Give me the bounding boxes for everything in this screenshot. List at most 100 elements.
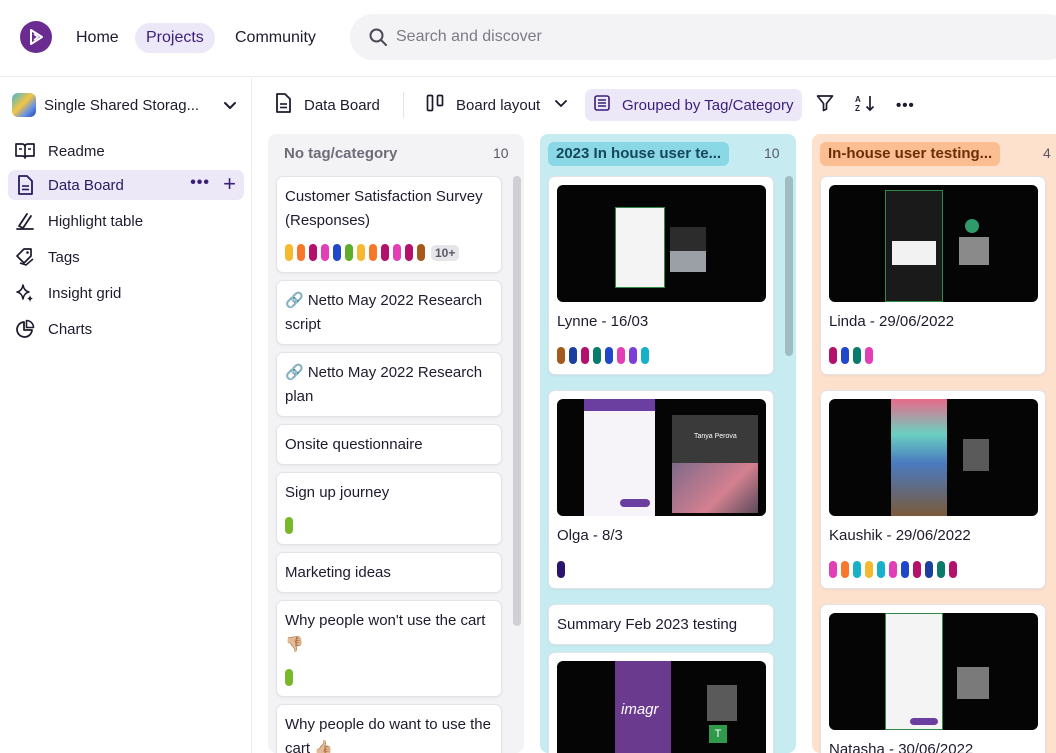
tag-pill <box>285 669 293 686</box>
board-layout-button[interactable]: Board layout <box>426 89 568 121</box>
more-options-icon[interactable]: ••• <box>896 89 915 121</box>
video-thumbnail[interactable] <box>829 399 1038 516</box>
board-layout-label: Board layout <box>456 96 541 114</box>
tag-pill <box>853 347 861 364</box>
phone-screen-image <box>885 613 943 730</box>
card-why-people-do-want-cart[interactable]: Why people do want to use the cart 👍🏼 <box>276 704 502 753</box>
sidebar-item-data-board[interactable]: Data Board ••• + <box>8 170 244 200</box>
column-count: 10 <box>493 145 509 161</box>
card-natasha[interactable]: Natasha - 30/06/2022 <box>820 604 1046 753</box>
video-thumbnail[interactable]: Tanya Perova <box>557 399 766 516</box>
tag-pill <box>333 244 341 261</box>
data-board-button[interactable]: Data Board <box>275 89 380 121</box>
phone-screen-image <box>885 190 943 302</box>
tag-pill <box>393 244 401 261</box>
group-by-button[interactable]: Grouped by Tag/Category <box>585 89 802 121</box>
sidebar-item-readme[interactable]: Readme <box>8 136 244 166</box>
nav-community[interactable]: Community <box>224 23 327 53</box>
room-image <box>672 463 758 513</box>
tag-pills <box>829 347 873 364</box>
sidebar: Single Shared Storag... Readme Data Boar… <box>0 78 252 753</box>
tags-icon <box>15 247 35 267</box>
tag-pill <box>925 561 933 578</box>
book-icon <box>15 141 35 161</box>
sidebar-item-charts[interactable]: Charts <box>8 314 244 344</box>
project-selector[interactable]: Single Shared Storag... <box>12 92 242 118</box>
tag-pill <box>593 347 601 364</box>
column-count: 10 <box>764 145 780 161</box>
tag-pills <box>285 669 293 686</box>
sidebar-item-label: Highlight table <box>48 212 144 230</box>
sort-button[interactable]: AZ <box>855 89 877 121</box>
card-kaushik[interactable]: Kaushik - 29/06/2022 <box>820 390 1046 589</box>
toolbar-divider <box>403 92 404 118</box>
video-thumbnail[interactable] <box>829 185 1038 302</box>
filter-icon <box>816 94 834 116</box>
tag-pill <box>569 347 577 364</box>
sidebar-item-insight-grid[interactable]: Insight grid <box>8 278 244 308</box>
card-onsite-questionnaire[interactable]: Onsite questionnaire <box>276 424 502 465</box>
tag-pill <box>285 244 293 261</box>
card-marketing-ideas[interactable]: Marketing ideas <box>276 552 502 593</box>
column-title: No tag/category <box>284 145 398 162</box>
sidebar-item-highlight-table[interactable]: Highlight table <box>8 206 244 236</box>
group-list-icon <box>594 95 610 115</box>
column-scrollbar[interactable] <box>785 176 793 356</box>
card-title: Olga - 8/3 <box>557 527 623 544</box>
tag-pill <box>321 244 329 261</box>
card-lynne[interactable]: Lynne - 16/03 <box>548 176 774 375</box>
card-sign-up-journey[interactable]: Sign up journey <box>276 472 502 545</box>
tag-pill <box>557 347 565 364</box>
pie-chart-icon <box>15 319 35 339</box>
card-why-people-wont-use-cart[interactable]: Why people won't use the cart 👎🏼 <box>276 600 502 697</box>
more-options-icon[interactable]: ••• <box>190 174 210 192</box>
phone-screen-image: imagr <box>615 661 671 753</box>
video-thumbnail[interactable] <box>557 185 766 302</box>
video-thumbnail[interactable]: imagr T <box>557 661 766 753</box>
nav-projects[interactable]: Projects <box>135 23 215 53</box>
top-bar: Home Projects Community <box>0 0 1056 77</box>
card-customer-satisfaction-survey[interactable]: Customer Satisfaction Survey (Responses)… <box>276 176 502 273</box>
card-olga[interactable]: Tanya Perova Olga - 8/3 <box>548 390 774 589</box>
sidebar-item-label: Readme <box>48 142 105 160</box>
app-logo-icon[interactable] <box>20 21 52 53</box>
search-input[interactable] <box>396 14 996 60</box>
sort-az-icon: AZ <box>855 94 877 116</box>
tag-pill <box>309 244 317 261</box>
card-summary-feb-2023[interactable]: Summary Feb 2023 testing <box>548 604 774 645</box>
avatar <box>965 219 979 233</box>
sidebar-item-label: Data Board <box>48 176 124 194</box>
sidebar-item-label: Charts <box>48 320 93 338</box>
card-netto-research-script[interactable]: 🔗 Netto May 2022 Research script <box>276 280 502 345</box>
tag-pill <box>937 561 945 578</box>
column-title: In-house user testing... <box>820 142 1001 166</box>
add-icon[interactable]: + <box>223 172 236 196</box>
nav-home[interactable]: Home <box>65 23 130 53</box>
tag-pill <box>949 561 957 578</box>
participant-video-image <box>707 685 737 721</box>
participant-video-image <box>963 439 989 471</box>
card-imagr-session[interactable]: imagr T <box>548 652 774 753</box>
tag-pill <box>285 517 293 534</box>
group-by-label: Grouped by Tag/Category <box>622 96 794 114</box>
filter-button[interactable] <box>816 89 834 121</box>
svg-text:A: A <box>855 95 861 104</box>
tag-pill <box>901 561 909 578</box>
participant-video-image <box>957 667 989 699</box>
chevron-down-icon[interactable] <box>222 97 238 118</box>
column-scrollbar[interactable] <box>513 176 521 626</box>
project-thumbnail <box>12 93 36 117</box>
tag-pills: 10+ <box>285 244 460 261</box>
tag-pill <box>557 561 565 578</box>
sidebar-item-tags[interactable]: Tags <box>8 242 244 272</box>
svg-text:Z: Z <box>855 104 860 112</box>
card-title: Summary Feb 2023 testing <box>557 616 738 633</box>
highlighter-icon <box>15 211 35 231</box>
video-thumbnail[interactable] <box>829 613 1038 730</box>
card-netto-research-plan[interactable]: 🔗 Netto May 2022 Research plan <box>276 352 502 417</box>
column-title: 2023 In house user te... <box>548 142 730 166</box>
card-linda[interactable]: Linda - 29/06/2022 <box>820 176 1046 375</box>
participant-name-label: Tanya Perova <box>694 433 737 440</box>
tag-pill <box>617 347 625 364</box>
sidebar-item-label: Insight grid <box>48 284 122 302</box>
